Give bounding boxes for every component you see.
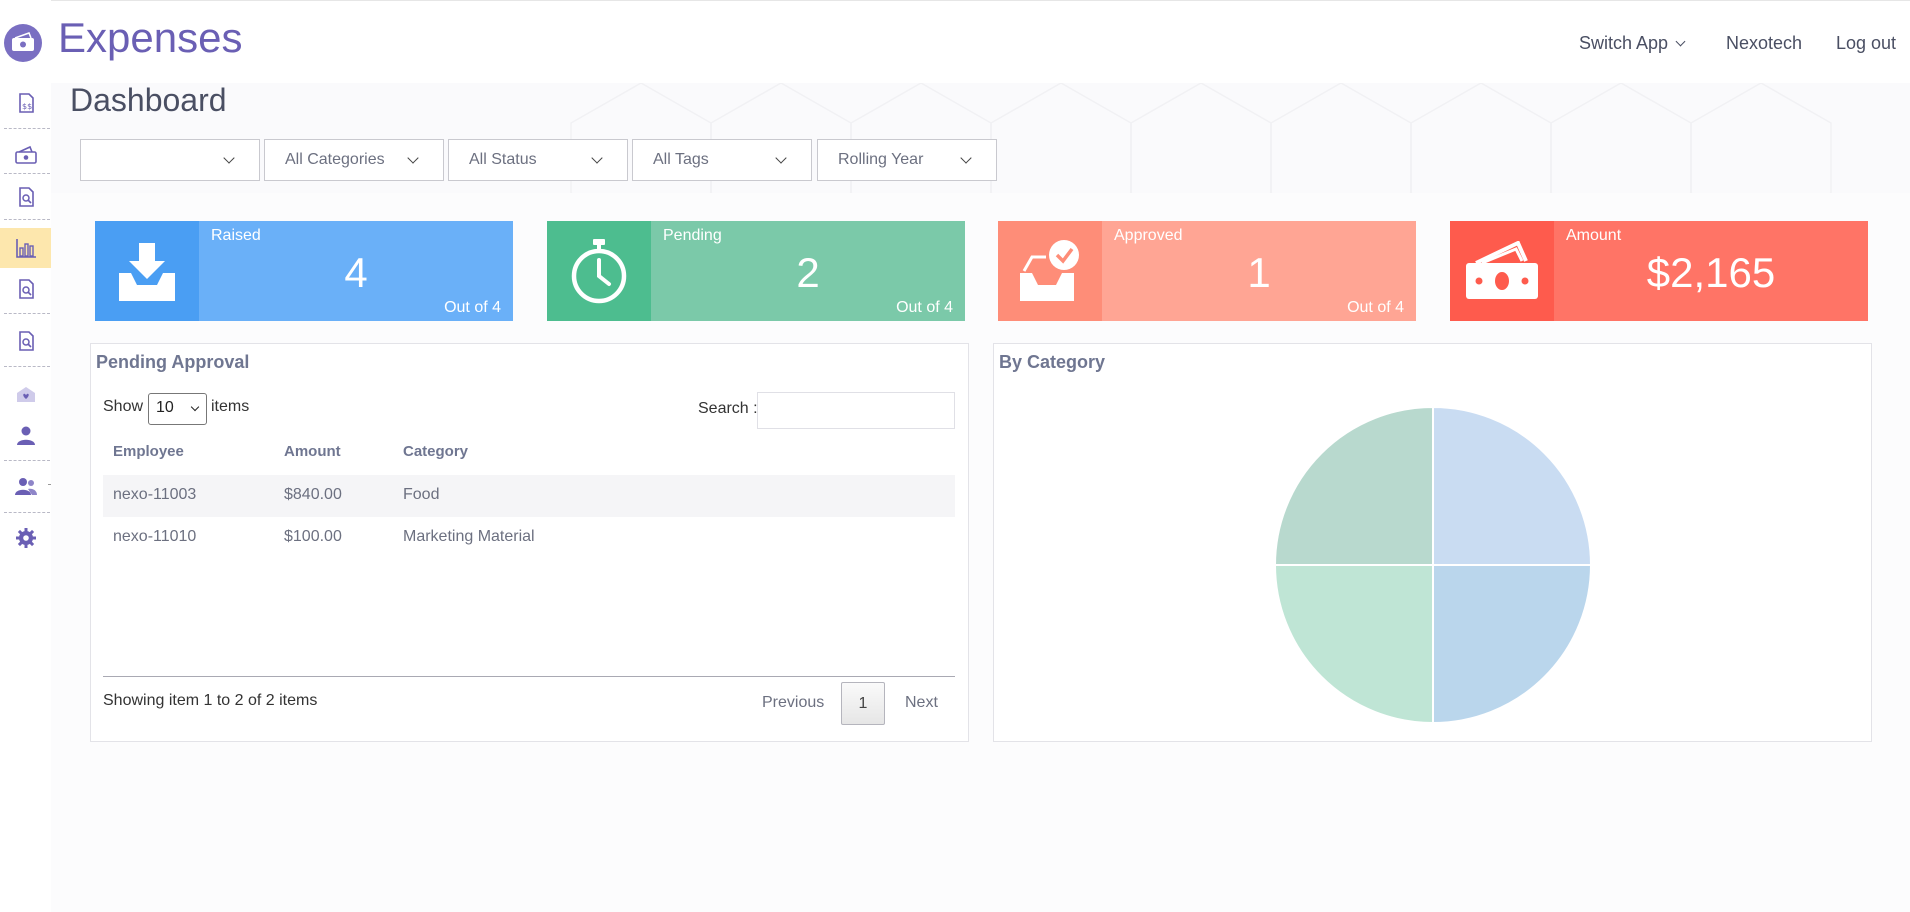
sidebar-item-document-search[interactable]: [0, 321, 51, 361]
page-size-value: 10: [156, 399, 174, 416]
period-filter[interactable]: Rolling Year: [817, 139, 997, 181]
pie-slice-3[interactable]: [1273, 564, 1434, 725]
pending-label: Pending: [663, 227, 722, 244]
user-icon: [16, 426, 35, 445]
sidebar-item-expense-report[interactable]: $$: [0, 83, 51, 123]
logout-link[interactable]: Log out: [1836, 33, 1896, 54]
svg-text:$$: $$: [22, 102, 32, 111]
switch-app-label: Switch App: [1579, 33, 1669, 53]
raised-card[interactable]: Raised 4 Out of 4: [95, 221, 513, 321]
review-icon: [18, 187, 34, 207]
search-input[interactable]: [757, 392, 955, 429]
cash-icon: [14, 145, 37, 164]
sidebar-item-dashboard[interactable]: [0, 228, 51, 268]
category-filter[interactable]: All Categories: [264, 139, 444, 181]
raised-value: 4: [344, 249, 368, 296]
chevron-down-icon: [591, 152, 603, 164]
pending-approval-panel: Pending Approval Show 10 items Search : …: [90, 343, 969, 742]
showing-info: Showing item 1 to 2 of 2 items: [103, 692, 318, 709]
table-divider: [103, 676, 955, 677]
pie-slice-4[interactable]: [1273, 405, 1434, 566]
column-header-amount[interactable]: Amount: [284, 443, 341, 460]
employee-cell: nexo-11003: [113, 486, 197, 503]
sidebar-item-report-search[interactable]: [0, 269, 51, 309]
pending-card[interactable]: Pending 2 Out of 4: [547, 221, 965, 321]
sidebar: $$: [0, 0, 51, 912]
cash-icon: [1450, 221, 1554, 321]
status-filter[interactable]: All Status: [448, 139, 628, 181]
tags-filter-value: All Tags: [653, 151, 709, 168]
pie-slice-1[interactable]: [1432, 405, 1593, 566]
amount-value: $2,165: [1646, 249, 1776, 296]
amount-label: Amount: [1566, 227, 1622, 244]
approved-card[interactable]: Approved 1 Out of 4: [998, 221, 1416, 321]
table-row[interactable]: nexo-11003 $840.00 Food: [103, 475, 955, 517]
category-filter-value: All Categories: [285, 151, 385, 168]
report-search-icon: [18, 279, 34, 299]
period-filter-value: Rolling Year: [838, 151, 924, 168]
chevron-down-icon: [190, 402, 200, 412]
page-size-select[interactable]: 10: [148, 393, 207, 425]
sidebar-item-favorites[interactable]: [0, 374, 51, 414]
raised-label: Raised: [211, 227, 261, 244]
chevron-down-icon: [775, 152, 787, 164]
panel-title: By Category: [999, 352, 1106, 372]
favorites-icon: [16, 387, 35, 402]
previous-button[interactable]: Previous: [762, 694, 824, 712]
inbox-check-icon: [998, 221, 1102, 321]
status-filter-value: All Status: [469, 151, 537, 168]
sidebar-item-users[interactable]: [0, 466, 51, 506]
raised-sub: Out of 4: [444, 299, 501, 316]
current-page-button[interactable]: 1: [841, 682, 885, 725]
chevron-down-icon: [960, 152, 972, 164]
users-icon: [14, 478, 37, 495]
amount-cell: $100.00: [284, 528, 342, 545]
sidebar-item-settings[interactable]: [0, 518, 51, 558]
sidebar-item-review[interactable]: [0, 177, 51, 217]
sidebar-item-user[interactable]: [0, 415, 51, 455]
category-cell: Food: [403, 486, 440, 503]
pie-slice-2[interactable]: [1432, 564, 1593, 725]
stopwatch-icon: [547, 221, 651, 321]
dashboard-chart-icon: [15, 239, 36, 258]
panel-title: Pending Approval: [96, 352, 250, 372]
employee-cell: nexo-11010: [113, 528, 197, 545]
show-label: Show: [103, 398, 144, 415]
switch-app-menu[interactable]: Switch App: [1579, 33, 1686, 54]
employee-filter[interactable]: [80, 139, 260, 181]
column-header-employee[interactable]: Employee: [113, 443, 184, 460]
table-row[interactable]: nexo-11010 $100.00 Marketing Material: [103, 517, 955, 559]
app-logo-icon[interactable]: [4, 24, 42, 62]
document-search-icon: [18, 331, 34, 351]
search-label: Search :: [698, 400, 758, 417]
approved-sub: Out of 4: [1347, 299, 1404, 316]
expense-report-icon: $$: [18, 93, 34, 113]
pending-sub: Out of 4: [896, 299, 953, 316]
chevron-down-icon: [407, 152, 419, 164]
app-title: Expenses: [58, 14, 243, 61]
items-label: items: [211, 398, 250, 415]
chevron-down-icon: [1675, 36, 1686, 47]
tags-filter[interactable]: All Tags: [632, 139, 812, 181]
gear-icon: [15, 528, 36, 548]
next-button[interactable]: Next: [905, 694, 938, 712]
approved-label: Approved: [1114, 227, 1183, 244]
amount-cell: $840.00: [284, 486, 342, 503]
page-title: Dashboard: [70, 82, 227, 118]
category-cell: Marketing Material: [403, 528, 535, 545]
inbox-download-icon: [95, 221, 199, 321]
company-link[interactable]: Nexotech: [1726, 33, 1802, 54]
sidebar-item-cash[interactable]: [0, 135, 51, 175]
amount-card[interactable]: Amount $2,165: [1450, 221, 1868, 321]
category-pie-chart: [1273, 405, 1593, 725]
chevron-down-icon: [223, 152, 235, 164]
column-header-category[interactable]: Category: [403, 443, 468, 460]
pending-value: 2: [796, 249, 820, 296]
approved-value: 1: [1247, 249, 1271, 296]
